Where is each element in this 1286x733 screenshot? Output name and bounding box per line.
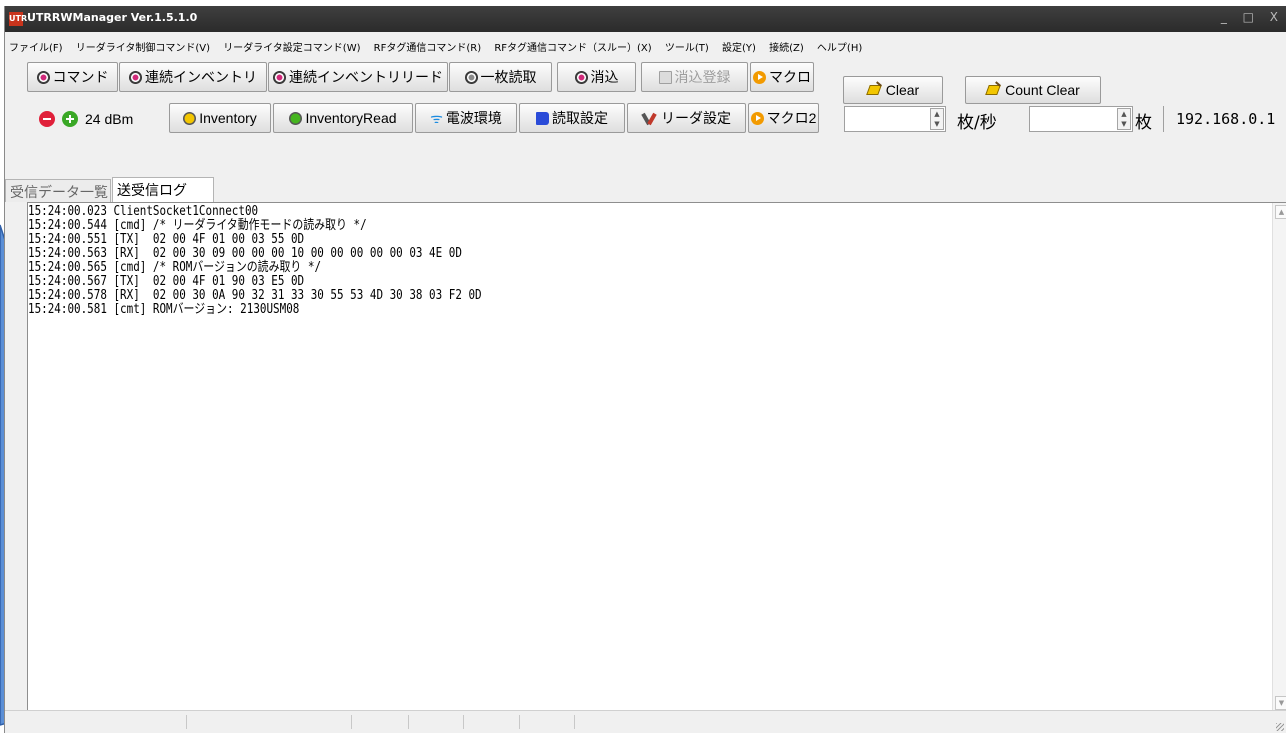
play-icon: [753, 70, 766, 84]
log-line: 15:24:00.578 [RX] 02 00 30 0A 90 32 31 3…: [28, 288, 482, 303]
continuous-inventory-read-button[interactable]: 連続インベントリリード: [268, 62, 448, 92]
command-label: コマンド: [52, 69, 109, 85]
menu-help[interactable]: ヘルプ(H): [813, 33, 868, 54]
count-clear-button[interactable]: Count Clear: [965, 76, 1101, 104]
count-clear-label: Count Clear: [1005, 82, 1080, 98]
status-divider: [574, 715, 575, 729]
single-read-label: 一枚読取: [480, 69, 537, 85]
read-settings-label: 読取設定: [552, 110, 608, 126]
menu-bar: ファイル(F) リーダライタ制御コマンド(V) リーダライタ設定コマンド(W) …: [5, 33, 1286, 59]
clear-button[interactable]: Clear: [843, 76, 943, 104]
yellow-indicator-icon: [183, 111, 197, 125]
status-divider: [463, 715, 464, 729]
menu-rf-tag-through-commands[interactable]: RFタグ通信コマンド（スルー）(X): [490, 33, 657, 54]
erase-label: 消込: [590, 69, 619, 85]
log-line: 15:24:00.551 [TX] 02 00 4F 01 00 03 55 0…: [28, 232, 305, 247]
record-icon: [464, 70, 478, 84]
vertical-scrollbar[interactable]: ▲ ▼: [1272, 203, 1286, 712]
inventory-read-button[interactable]: InventoryRead: [273, 103, 413, 133]
log-text: 15:24:00.023 ClientSocket1Connect00 15:2…: [28, 205, 482, 317]
log-line: 15:24:00.563 [RX] 02 00 30 09 00 00 00 1…: [28, 246, 462, 261]
continuous-inventory-label: 連続インベントリ: [145, 69, 257, 85]
reader-settings-label: リーダ設定: [661, 110, 731, 126]
title-bar[interactable]: UTR UTRRWManager Ver.1.5.1.0 _ □ X: [5, 6, 1286, 32]
single-read-button[interactable]: 一枚読取: [449, 62, 552, 92]
menu-file[interactable]: ファイル(F): [5, 33, 69, 54]
radio-environment-button[interactable]: ᯤ 電波環境: [415, 103, 517, 133]
broom-icon: [986, 83, 1002, 97]
continuous-inventory-button[interactable]: 連続インベントリ: [119, 62, 267, 92]
status-divider: [186, 715, 187, 729]
window-title: UTRRWManager Ver.1.5.1.0: [27, 11, 198, 24]
tab-received-data-list[interactable]: 受信データ一覧: [5, 179, 111, 202]
menu-tools[interactable]: ツール(T): [661, 33, 715, 54]
document-edit-icon: [658, 70, 672, 84]
tools-icon: [642, 112, 658, 125]
log-line: 15:24:00.581 [cmt] ROMバージョン: 2130USM08: [28, 302, 300, 317]
status-divider: [351, 715, 352, 729]
broom-icon: [867, 83, 883, 97]
window-controls[interactable]: _ □ X: [1221, 10, 1284, 24]
menu-rw-control-commands[interactable]: リーダライタ制御コマンド(V): [72, 33, 216, 54]
tab-send-receive-log[interactable]: 送受信ログ: [112, 177, 214, 202]
log-panel[interactable]: 15:24:00.023 ClientSocket1Connect00 15:2…: [27, 202, 1286, 713]
resize-grip-icon[interactable]: [1276, 723, 1284, 731]
wifi-icon: ᯤ: [430, 110, 443, 126]
inventory-label: Inventory: [199, 110, 257, 126]
status-divider: [519, 715, 520, 729]
green-indicator-icon: [289, 111, 303, 125]
record-icon: [129, 70, 142, 84]
status-bar: [5, 710, 1286, 733]
reader-settings-button[interactable]: リーダ設定: [627, 103, 746, 133]
clear-label: Clear: [885, 82, 920, 98]
macro-label: マクロ: [769, 69, 811, 85]
menu-connection[interactable]: 接続(Z): [765, 33, 810, 54]
power-level: 24 dBm: [85, 111, 134, 127]
log-line: 15:24:00.567 [TX] 02 00 4F 01 90 03 E5 0…: [28, 274, 305, 289]
play-icon: [750, 111, 764, 125]
record-icon: [273, 70, 286, 84]
toolbar-row-2: 24 dBm Inventory InventoryRead ᯤ 電波環境 読取設…: [5, 103, 1286, 139]
menu-settings[interactable]: 設定(Y): [718, 33, 762, 54]
log-line: 15:24:00.565 [cmd] /* ROMバージョンの読み取り */: [28, 260, 322, 275]
count-unit: 枚: [1135, 113, 1152, 133]
record-icon: [574, 70, 588, 84]
log-line: 15:24:00.544 [cmd] /* リーダライタ動作モードの読み取り *…: [28, 218, 367, 233]
inventory-button[interactable]: Inventory: [169, 103, 271, 133]
rate-spinner[interactable]: ▲ ▼: [930, 108, 944, 130]
ip-address-field[interactable]: 192.168.0.1: [1163, 106, 1286, 132]
scroll-down-icon[interactable]: ▼: [1275, 696, 1286, 710]
toolbar-row-1: コマンド 連続インベントリ 連続インベントリリード 一枚読取 消込 消込登録 マ…: [5, 62, 1286, 104]
rate-unit: 枚/秒: [957, 113, 997, 133]
inventory-read-label: InventoryRead: [305, 110, 397, 126]
radio-environment-label: 電波環境: [445, 110, 502, 126]
app-logo-icon: UTR: [9, 12, 27, 26]
count-spinner[interactable]: ▲ ▼: [1117, 108, 1131, 130]
command-button[interactable]: コマンド: [27, 62, 118, 92]
erase-register-label: 消込登録: [674, 69, 731, 85]
macro2-button[interactable]: マクロ2: [748, 103, 819, 133]
continuous-inventory-read-label: 連続インベントリリード: [289, 69, 443, 85]
app-window: UTR UTRRWManager Ver.1.5.1.0 _ □ X ファイル(…: [4, 6, 1286, 733]
status-divider: [408, 715, 409, 729]
record-icon: [36, 70, 50, 84]
erase-register-button[interactable]: 消込登録: [641, 62, 748, 92]
read-settings-button[interactable]: 読取設定: [519, 103, 625, 133]
macro2-label: マクロ2: [766, 110, 817, 126]
log-line: 15:24:00.023 ClientSocket1Connect00: [28, 204, 259, 219]
erase-button[interactable]: 消込: [557, 62, 636, 92]
macro-button[interactable]: マクロ: [750, 62, 814, 92]
menu-rf-tag-commands[interactable]: RFタグ通信コマンド(R): [370, 33, 487, 54]
menu-rw-settings-commands[interactable]: リーダライタ設定コマンド(W): [219, 33, 366, 54]
increase-power-icon[interactable]: [62, 111, 78, 127]
decrease-power-icon[interactable]: [39, 111, 55, 127]
book-icon: [536, 111, 549, 125]
scroll-up-icon[interactable]: ▲: [1275, 205, 1286, 219]
